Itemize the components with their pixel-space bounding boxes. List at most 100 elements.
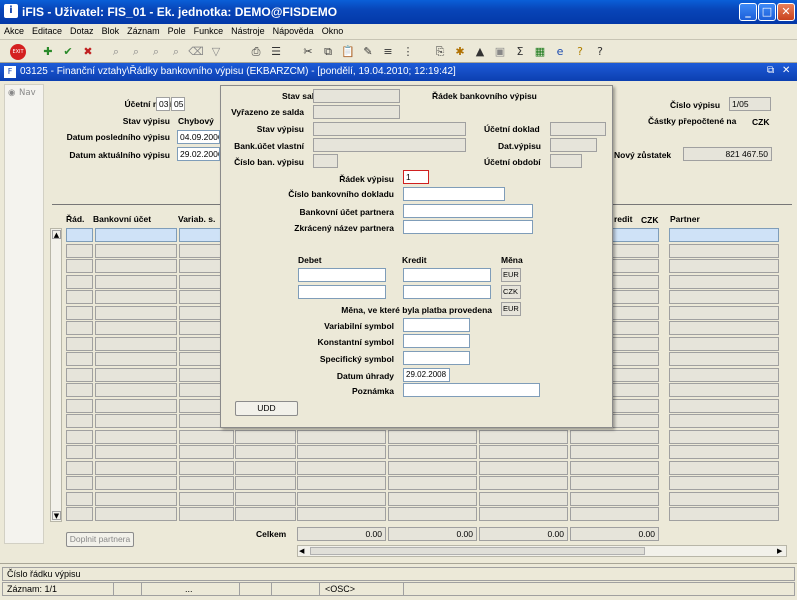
- grid-cell[interactable]: [66, 259, 93, 273]
- konstantni-field[interactable]: [403, 334, 470, 348]
- grid-cell[interactable]: [179, 429, 234, 444]
- grid-cell[interactable]: [669, 305, 779, 320]
- grid-cell[interactable]: [95, 491, 177, 506]
- scroll-right-icon[interactable]: ▶: [777, 547, 782, 555]
- grid-cell[interactable]: [179, 476, 234, 490]
- grid-cell[interactable]: [179, 445, 234, 459]
- grid-cell[interactable]: [388, 476, 477, 490]
- datum-uhrady-field[interactable]: 29.02.2008: [403, 368, 450, 382]
- grid-cell[interactable]: [570, 491, 659, 506]
- grid-cell[interactable]: [95, 367, 177, 382]
- grid-cell[interactable]: [66, 336, 93, 351]
- grid-cell[interactable]: [66, 507, 93, 521]
- grid-cell[interactable]: [95, 383, 177, 397]
- grid-cell[interactable]: [669, 290, 779, 304]
- grid-cell[interactable]: [95, 414, 177, 428]
- grid-cell[interactable]: [179, 507, 234, 521]
- grid-cell[interactable]: [479, 429, 568, 444]
- clear-icon[interactable]: ⌫: [188, 44, 204, 60]
- novy-zustatek-field[interactable]: 821 467.50: [683, 147, 772, 161]
- grid-cell[interactable]: [235, 429, 296, 444]
- grid-cell[interactable]: [95, 290, 177, 304]
- mena-eur-field[interactable]: EUR: [501, 268, 521, 282]
- variabilni-field[interactable]: [403, 318, 470, 332]
- grid-cell[interactable]: [66, 398, 93, 413]
- grid-cell[interactable]: [570, 429, 659, 444]
- grid-cell[interactable]: [669, 243, 779, 258]
- grid-cell[interactable]: [669, 507, 779, 521]
- menu-pole[interactable]: Pole: [164, 24, 190, 38]
- udd-button[interactable]: UDD: [235, 401, 298, 416]
- grid-cell[interactable]: [95, 305, 177, 320]
- copy-doc-icon[interactable]: ⎘: [432, 44, 448, 60]
- child-close-icon[interactable]: ✕: [782, 65, 790, 76]
- dialog-stav-vypisu-field[interactable]: [313, 122, 466, 136]
- grid-cell[interactable]: [66, 367, 93, 382]
- grid-cell[interactable]: [297, 507, 386, 521]
- grid-horizontal-scrollbar[interactable]: ◀ ▶: [297, 545, 787, 557]
- grid-cell[interactable]: [66, 274, 93, 289]
- grid-cell[interactable]: [95, 429, 177, 444]
- grid-cell[interactable]: [669, 476, 779, 490]
- execute-query-icon[interactable]: ⌕: [128, 44, 144, 60]
- grid-cell[interactable]: [669, 367, 779, 382]
- ucetni-obdobi-field[interactable]: [550, 154, 582, 168]
- grid-cell[interactable]: [669, 274, 779, 289]
- grid-cell[interactable]: [388, 491, 477, 506]
- grid-cell[interactable]: [95, 336, 177, 351]
- cut-icon[interactable]: ✂: [300, 44, 316, 60]
- grid-cell[interactable]: [179, 460, 234, 475]
- insert-record-icon[interactable]: ✚: [40, 44, 56, 60]
- grid-cell[interactable]: [95, 243, 177, 258]
- grid-cell[interactable]: [66, 243, 93, 258]
- help-icon[interactable]: ?: [572, 44, 588, 60]
- query-icon[interactable]: ⌕: [108, 44, 124, 60]
- mena-platby-field[interactable]: EUR: [501, 302, 521, 316]
- zkraceny-nazev-field[interactable]: [403, 220, 533, 234]
- bank-ucet-partnera-field[interactable]: [403, 204, 533, 218]
- kredit-field[interactable]: [403, 268, 491, 282]
- grid-cell[interactable]: [66, 290, 93, 304]
- grid-cell[interactable]: [297, 460, 386, 475]
- grid-cell[interactable]: [235, 491, 296, 506]
- grid-cell[interactable]: [95, 274, 177, 289]
- grid-cell[interactable]: [669, 445, 779, 459]
- grid-cell[interactable]: [669, 414, 779, 428]
- grid-cell[interactable]: [669, 491, 779, 506]
- doplnit-partnera-button[interactable]: Doplnit partnera: [66, 532, 134, 547]
- tree-icon[interactable]: ⋮: [400, 44, 416, 60]
- grid-cell[interactable]: [479, 507, 568, 521]
- debet-czk-field[interactable]: [298, 285, 386, 299]
- grid-cell[interactable]: [235, 460, 296, 475]
- radek-vypisu-field[interactable]: 1: [403, 170, 429, 184]
- grid-cell[interactable]: [95, 507, 177, 521]
- stav-salda-field[interactable]: [313, 89, 400, 103]
- print-icon[interactable]: ⎙: [248, 44, 264, 60]
- grid-cell[interactable]: [95, 228, 177, 242]
- poznamka-field[interactable]: [403, 383, 540, 397]
- minimize-button[interactable]: _: [739, 3, 757, 21]
- delete-record-icon[interactable]: ✖: [80, 44, 96, 60]
- grid-cell[interactable]: [95, 259, 177, 273]
- grid-cell[interactable]: [95, 460, 177, 475]
- edit-icon[interactable]: ✎: [360, 44, 376, 60]
- grid-cell[interactable]: [570, 460, 659, 475]
- bank-ucet-vlastni-field[interactable]: [313, 138, 466, 152]
- sum-icon[interactable]: Σ: [512, 44, 528, 60]
- debet-field[interactable]: [298, 268, 386, 282]
- excel-icon[interactable]: ▦: [532, 44, 548, 60]
- scroll-down-icon[interactable]: ▼: [52, 511, 61, 520]
- grid-cell[interactable]: [297, 429, 386, 444]
- paste-icon[interactable]: 📋: [340, 44, 356, 60]
- grid-cell[interactable]: [669, 259, 779, 273]
- nav-label[interactable]: Nav: [19, 88, 36, 98]
- specificky-field[interactable]: [403, 351, 470, 365]
- exit-icon[interactable]: EXIT: [10, 44, 26, 60]
- grid-cell[interactable]: [669, 460, 779, 475]
- grid-cell[interactable]: [297, 445, 386, 459]
- rok-field[interactable]: 05: [171, 97, 185, 111]
- scroll-thumb[interactable]: [310, 547, 645, 555]
- grid-cell[interactable]: [95, 398, 177, 413]
- grid-cell[interactable]: [669, 383, 779, 397]
- grid-cell[interactable]: [479, 460, 568, 475]
